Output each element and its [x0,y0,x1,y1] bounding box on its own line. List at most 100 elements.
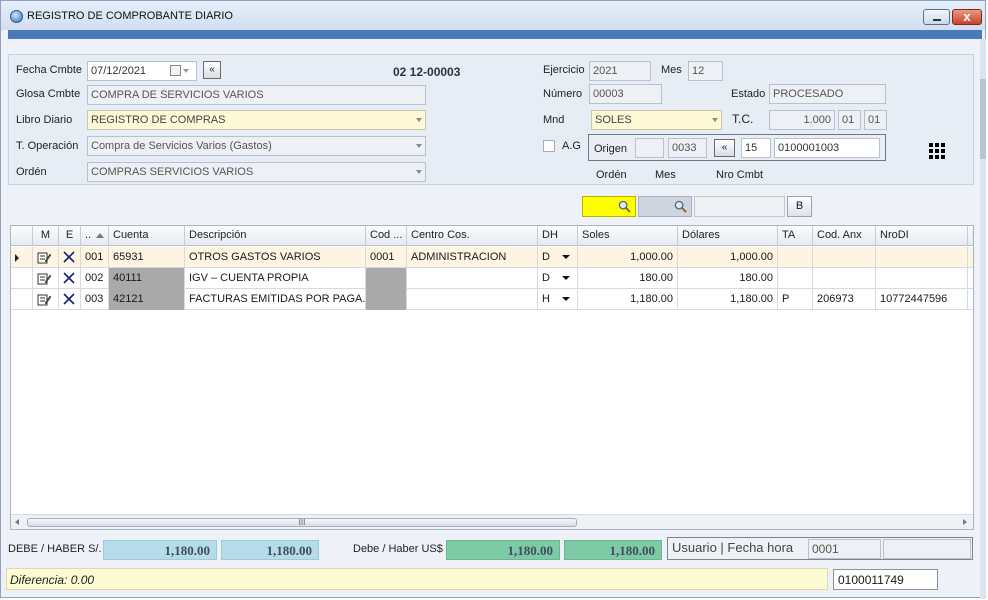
estado-field: PROCESADO [769,84,886,104]
entries-grid: M E .. Cuenta Descripción Cod ... Centro… [10,225,974,530]
cell-dh[interactable]: H [538,289,578,310]
search-input[interactable] [694,196,785,217]
cell-soles[interactable]: 1,000.00 [578,247,678,268]
fecha-nav-button[interactable]: « [203,61,221,79]
origen-prefix-field[interactable] [635,138,664,158]
document-number: 0100011749 [833,569,938,590]
orden-select[interactable]: COMPRAS SERVICIOS VARIOS [87,162,426,182]
cell-dolares[interactable]: 1,000.00 [678,247,778,268]
cell-anx[interactable]: 206973 [813,289,876,310]
origen-full-field[interactable]: 0100001003 [774,138,880,158]
title-bar: REGISTRO DE COMPROBANTE DIARIO x [1,1,985,30]
fecha-field[interactable]: 07/12/2021 [87,61,197,81]
tc-a-field[interactable]: 01 [838,110,861,130]
window-scrollbar[interactable] [980,39,986,599]
grid-menu-icon[interactable] [929,143,947,159]
scroll-right-icon[interactable] [963,519,967,525]
cell-cod[interactable] [366,289,407,310]
col-descripcion[interactable]: Descripción [185,226,366,246]
grid-horizontal-scrollbar[interactable]: III [11,514,973,529]
minimize-button[interactable] [923,9,950,25]
haber-usd-total: 1,180.00 [564,540,662,560]
cell-soles[interactable]: 180.00 [578,268,678,289]
table-row[interactable]: 001 65931 OTROS GASTOS VARIOS 0001 ADMIN… [11,247,973,268]
debe-haber-soles-label: DEBE / HABER S/. [8,543,102,555]
tc-field[interactable]: 1.000 [769,110,835,130]
origen-nav-button[interactable]: « [714,139,735,157]
col-nrodi[interactable]: NroDI [876,226,968,246]
cell-ta[interactable]: P [778,289,813,310]
mes-field[interactable]: 12 [688,61,723,81]
tc-b-field[interactable]: 01 [864,110,887,130]
numero-field[interactable]: 00003 [589,84,662,104]
toper-select[interactable]: Compra de Servicios Varios (Gastos) [87,136,426,156]
sub-orden-label: Ordén [596,169,627,181]
col-ta[interactable]: TA [778,226,813,246]
cell-ta[interactable] [778,247,813,268]
col-cod-anx[interactable]: Cod. Anx [813,226,876,246]
fecha-label: Fecha Cmbte [16,64,83,76]
cell-cuenta[interactable]: 40111 [109,268,185,289]
delete-cell[interactable] [59,289,81,310]
cell-ta[interactable] [778,268,813,289]
table-row[interactable]: 003 42121 FACTURAS EMITIDAS POR PAGA... … [11,289,973,310]
cell-descripcion: IGV – CUENTA PROPIA [185,268,366,289]
col-num-label: .. [85,229,92,241]
edit-cell[interactable] [33,247,59,268]
search-yellow-button[interactable] [582,196,636,217]
edit-cell[interactable] [33,289,59,310]
delete-icon[interactable] [63,293,75,305]
delete-icon[interactable] [63,272,75,284]
col-centro[interactable]: Centro Cos. [407,226,538,246]
col-e[interactable]: E [59,226,81,246]
delete-cell[interactable] [59,268,81,289]
ejercicio-field[interactable]: 2021 [589,61,651,81]
cell-nrodi[interactable] [876,247,968,268]
delete-cell[interactable] [59,247,81,268]
col-num[interactable]: .. [81,226,109,246]
b-button[interactable]: B [787,196,812,217]
origen-code-field[interactable]: 0033 [668,138,707,158]
scroll-thumb[interactable]: III [27,518,577,527]
close-button[interactable]: x [952,9,982,25]
ag-checkbox[interactable] [543,140,555,152]
col-m[interactable]: M [33,226,59,246]
cell-nrodi[interactable] [876,268,968,289]
delete-icon[interactable] [63,251,75,263]
cell-dolares[interactable]: 180.00 [678,268,778,289]
scroll-left-icon[interactable] [15,519,19,525]
table-row[interactable]: 002 40111 IGV – CUENTA PROPIA D 180.00 1… [11,268,973,289]
cell-anx[interactable] [813,268,876,289]
chevron-down-icon[interactable] [183,69,189,73]
col-cod[interactable]: Cod ... [366,226,407,246]
chevron-down-icon [416,144,422,148]
edit-icon[interactable] [37,293,52,306]
col-dh[interactable]: DH [538,226,578,246]
mnd-select[interactable]: SOLES [591,110,722,130]
cell-anx[interactable] [813,247,876,268]
search-gray-button[interactable] [638,196,692,217]
cell-dh[interactable]: D [538,247,578,268]
col-cuenta[interactable]: Cuenta [109,226,185,246]
cell-soles[interactable]: 1,180.00 [578,289,678,310]
col-f[interactable]: F [968,226,973,246]
mnd-value: SOLES [595,114,632,126]
orden-value: COMPRAS SERVICIOS VARIOS [91,166,254,178]
origen-num-field[interactable]: 15 [741,138,771,158]
glosa-field[interactable]: COMPRA DE SERVICIOS VARIOS [87,85,426,105]
cell-nrodi[interactable]: 10772447596 [876,289,968,310]
cell-cod[interactable] [366,268,407,289]
edit-icon[interactable] [37,251,52,264]
cell-dolares[interactable]: 1,180.00 [678,289,778,310]
debe-soles-total: 1,180.00 [103,540,217,560]
edit-icon[interactable] [37,272,52,285]
cell-cod[interactable]: 0001 [366,247,407,268]
cell-cuenta[interactable]: 42121 [109,289,185,310]
edit-cell[interactable] [33,268,59,289]
calendar-icon[interactable] [170,65,181,76]
col-soles[interactable]: Soles [578,226,678,246]
libro-select[interactable]: REGISTRO DE COMPRAS [87,110,426,130]
cell-cuenta[interactable]: 65931 [109,247,185,268]
cell-dh[interactable]: D [538,268,578,289]
col-dolares[interactable]: Dólares [678,226,778,246]
